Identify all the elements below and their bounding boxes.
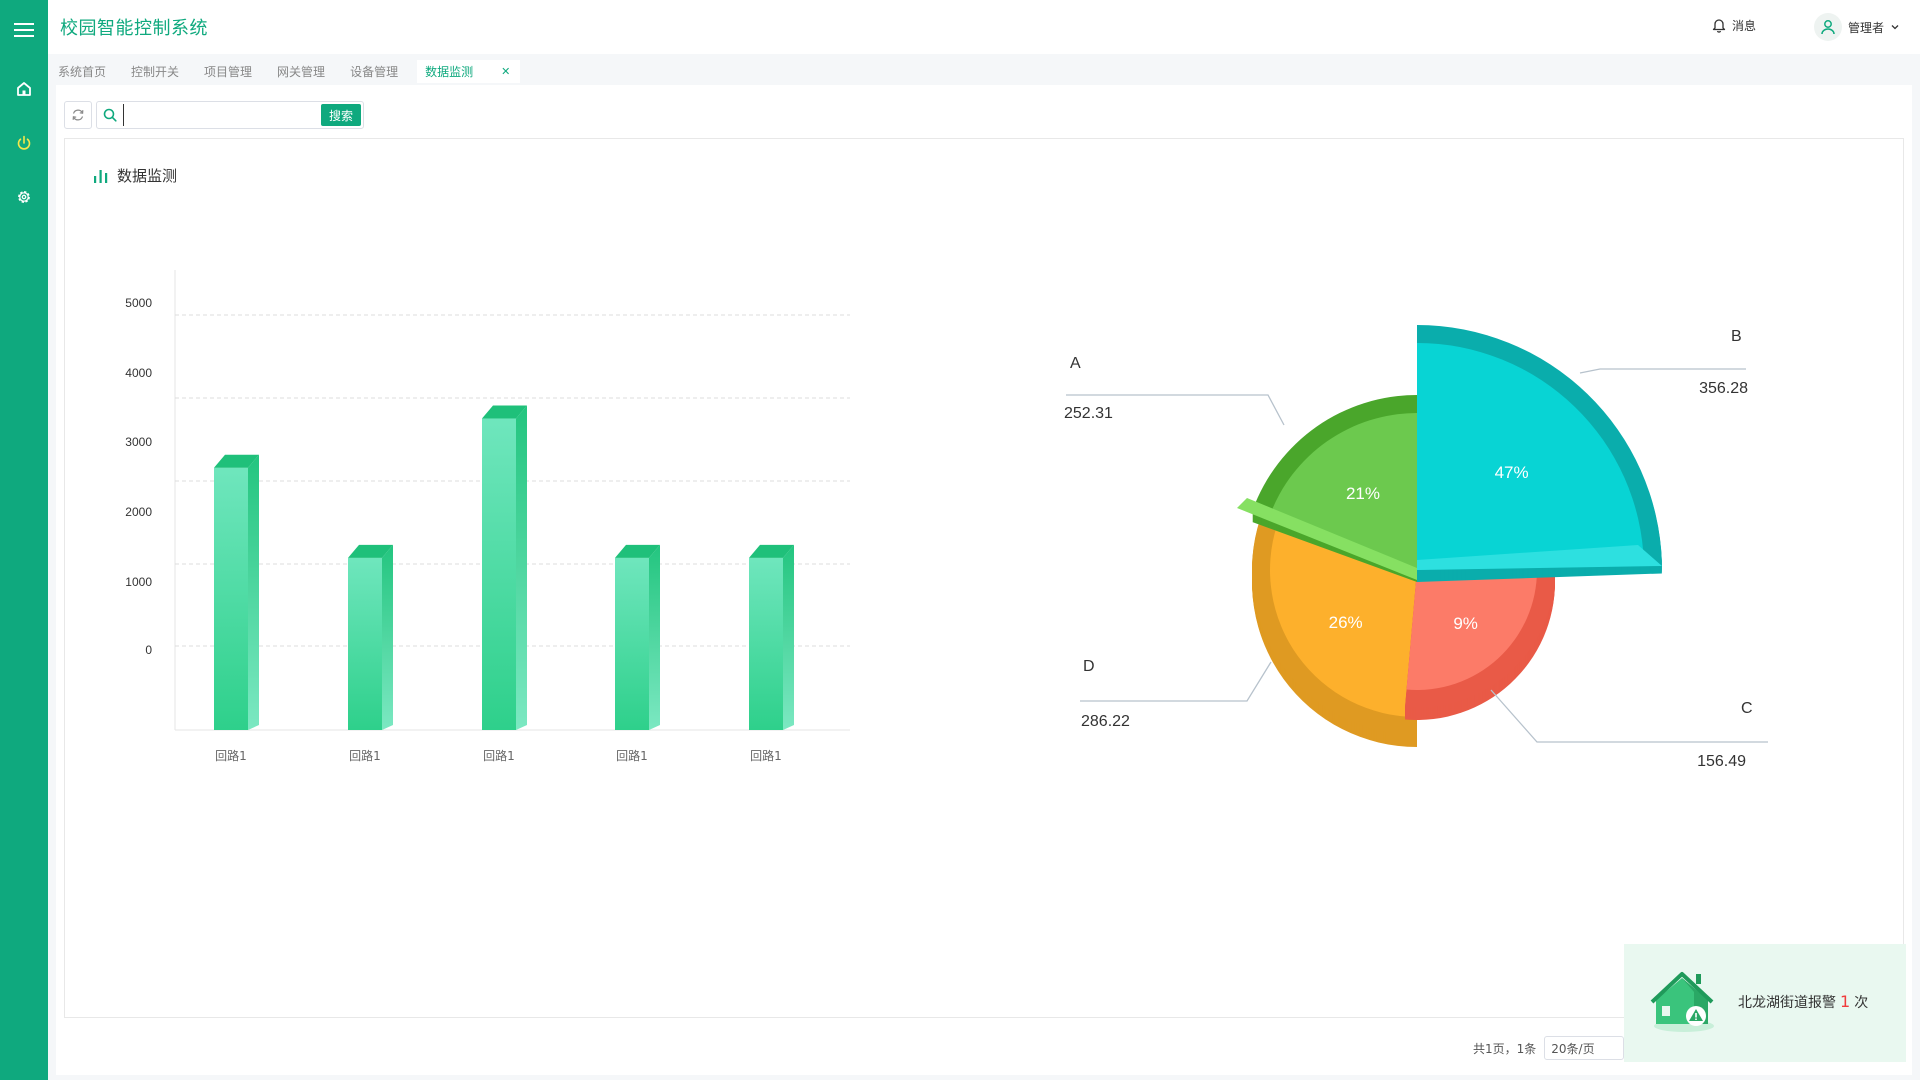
messages-label: 消息	[1732, 19, 1757, 33]
panel-header: 数据监测	[93, 165, 177, 186]
tab-label: 数据监测	[425, 64, 474, 79]
alarm-text: 北龙湖街道报警	[1738, 995, 1836, 1011]
messages-button[interactable]: 消息	[1712, 17, 1756, 34]
refresh-icon	[72, 109, 84, 121]
user-icon	[1821, 20, 1835, 35]
alarm-unit: 次	[1854, 995, 1869, 1011]
home-icon[interactable]	[12, 77, 36, 101]
search-box: 搜索	[96, 101, 364, 129]
bell-icon	[1712, 19, 1726, 33]
tab-project-management[interactable]: 项目管理	[204, 63, 252, 80]
alarm-message: 北龙湖街道报警 1 次	[1738, 992, 1868, 1012]
search-input[interactable]	[123, 104, 321, 126]
search-icon	[103, 108, 117, 122]
tab-control-switch[interactable]: 控制开关	[131, 63, 179, 80]
refresh-button[interactable]	[64, 101, 92, 129]
close-icon[interactable]: ✕	[501, 65, 510, 78]
alarm-notification[interactable]: 北龙湖街道报警 1 次	[1624, 944, 1906, 1062]
tab-bar: 系统首页 控制开关 项目管理 网关管理 设备管理 数据监测 ✕	[58, 59, 545, 83]
house-alarm-icon	[1650, 972, 1714, 1032]
tab-device-management[interactable]: 设备管理	[350, 63, 398, 80]
avatar	[1814, 13, 1842, 41]
bar-chart-icon	[94, 169, 108, 183]
menu-toggle-icon[interactable]	[12, 18, 36, 42]
sidebar	[0, 0, 48, 1080]
power-icon[interactable]	[12, 131, 36, 155]
tab-home[interactable]: 系统首页	[58, 63, 106, 80]
pagination-summary: 共1页，1条	[1473, 1041, 1537, 1056]
tab-gateway-management[interactable]: 网关管理	[277, 63, 325, 80]
search-button[interactable]: 搜索	[321, 104, 361, 126]
pagination: 共1页，1条 20条/页	[1473, 1036, 1625, 1060]
top-bar: 校园智能控制系统 消息 管理者	[48, 0, 1920, 54]
tab-data-monitoring[interactable]: 数据监测 ✕	[417, 59, 521, 83]
user-menu[interactable]: 管理者	[1814, 13, 1900, 41]
panel-title: 数据监测	[117, 167, 178, 185]
app-title: 校园智能控制系统	[60, 18, 208, 39]
chevron-down-icon	[1891, 25, 1899, 30]
page-size-select[interactable]: 20条/页	[1544, 1036, 1625, 1060]
alarm-count: 1	[1840, 992, 1851, 1011]
user-label: 管理者	[1848, 20, 1885, 35]
gear-icon[interactable]	[12, 185, 36, 209]
data-panel: 数据监测	[64, 138, 1904, 1018]
toolbar: 搜索	[64, 101, 364, 129]
